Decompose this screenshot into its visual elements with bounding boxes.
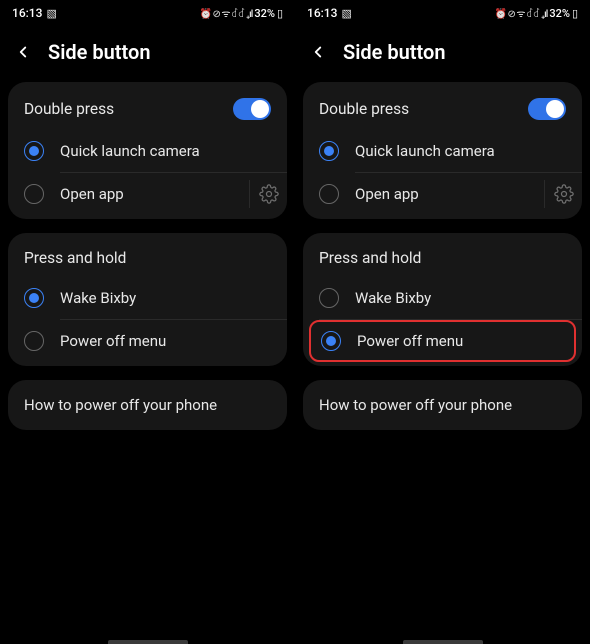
screen-left: 16:13 ▧ ⏰ ⊘ ᯤ ꒬꒬ ₊ıl 32% ▯ Side button D… [0, 0, 295, 644]
gear-icon [259, 184, 279, 204]
picture-icon: ▧ [341, 7, 351, 20]
back-button[interactable] [12, 41, 34, 63]
battery-percent: 32% [549, 7, 570, 20]
press-hold-card: Press and hold Wake Bixby Power off menu [8, 233, 287, 366]
back-button[interactable] [307, 41, 329, 63]
double-press-card: Double press Quick launch camera Open ap… [8, 82, 287, 219]
option-label: Power off menu [60, 332, 271, 350]
page-header: Side button [0, 26, 295, 82]
double-press-card: Double press Quick launch camera Open ap… [303, 82, 582, 219]
option-label: Open app [60, 185, 233, 203]
option-open-app[interactable]: Open app [303, 173, 582, 215]
double-press-toggle[interactable] [233, 98, 271, 120]
option-wake-bixby[interactable]: Wake Bixby [303, 277, 582, 319]
status-icons: ⏰ ⊘ ᯤ ꒬꒬ ₊ıl [495, 6, 548, 20]
status-time: 16:13 [12, 6, 42, 20]
press-hold-title: Press and hold [8, 237, 287, 277]
how-to-power-off[interactable]: How to power off your phone [303, 380, 582, 430]
double-press-toggle[interactable] [528, 98, 566, 120]
press-hold-title: Press and hold [303, 237, 582, 277]
status-bar: 16:13 ▧ ⏰ ⊘ ᯤ ꒬꒬ ₊ıl 32% ▯ [0, 0, 295, 26]
double-press-title: Double press [24, 100, 114, 118]
option-label: Quick launch camera [60, 142, 271, 160]
home-indicator[interactable] [403, 640, 483, 644]
radio-icon [321, 331, 341, 351]
open-app-settings[interactable] [249, 180, 287, 208]
press-hold-card: Press and hold Wake Bixby Power off menu [303, 233, 582, 366]
battery-icon: ▯ [277, 7, 283, 20]
page-header: Side button [295, 26, 590, 82]
radio-icon [319, 141, 339, 161]
radio-icon [319, 184, 339, 204]
gear-icon [554, 184, 574, 204]
option-quick-launch-camera[interactable]: Quick launch camera [8, 130, 287, 172]
option-label: Power off menu [357, 332, 564, 350]
option-label: Open app [355, 185, 528, 203]
picture-icon: ▧ [46, 7, 56, 20]
double-press-title: Double press [319, 100, 409, 118]
option-label: Wake Bixby [60, 289, 271, 307]
open-app-settings[interactable] [544, 180, 582, 208]
screen-right: 16:13 ▧ ⏰ ⊘ ᯤ ꒬꒬ ₊ıl 32% ▯ Side button D… [295, 0, 590, 644]
double-press-header: Double press [303, 86, 582, 130]
battery-percent: 32% [254, 7, 275, 20]
radio-icon [24, 331, 44, 351]
option-power-off-menu[interactable]: Power off menu [8, 320, 287, 362]
option-open-app[interactable]: Open app [8, 173, 287, 215]
home-indicator[interactable] [108, 640, 188, 644]
radio-icon [24, 141, 44, 161]
radio-icon [24, 184, 44, 204]
page-title: Side button [343, 40, 446, 64]
status-icons: ⏰ ⊘ ᯤ ꒬꒬ ₊ıl [200, 6, 253, 20]
page-title: Side button [48, 40, 151, 64]
status-time: 16:13 [307, 6, 337, 20]
how-to-label: How to power off your phone [319, 396, 512, 414]
double-press-header: Double press [8, 86, 287, 130]
status-bar: 16:13 ▧ ⏰ ⊘ ᯤ ꒬꒬ ₊ıl 32% ▯ [295, 0, 590, 26]
option-label: Quick launch camera [355, 142, 566, 160]
option-quick-launch-camera[interactable]: Quick launch camera [303, 130, 582, 172]
how-to-power-off[interactable]: How to power off your phone [8, 380, 287, 430]
option-power-off-menu[interactable]: Power off menu [309, 320, 576, 362]
radio-icon [319, 288, 339, 308]
battery-icon: ▯ [572, 7, 578, 20]
radio-icon [24, 288, 44, 308]
how-to-label: How to power off your phone [24, 396, 217, 414]
option-wake-bixby[interactable]: Wake Bixby [8, 277, 287, 319]
option-label: Wake Bixby [355, 289, 566, 307]
